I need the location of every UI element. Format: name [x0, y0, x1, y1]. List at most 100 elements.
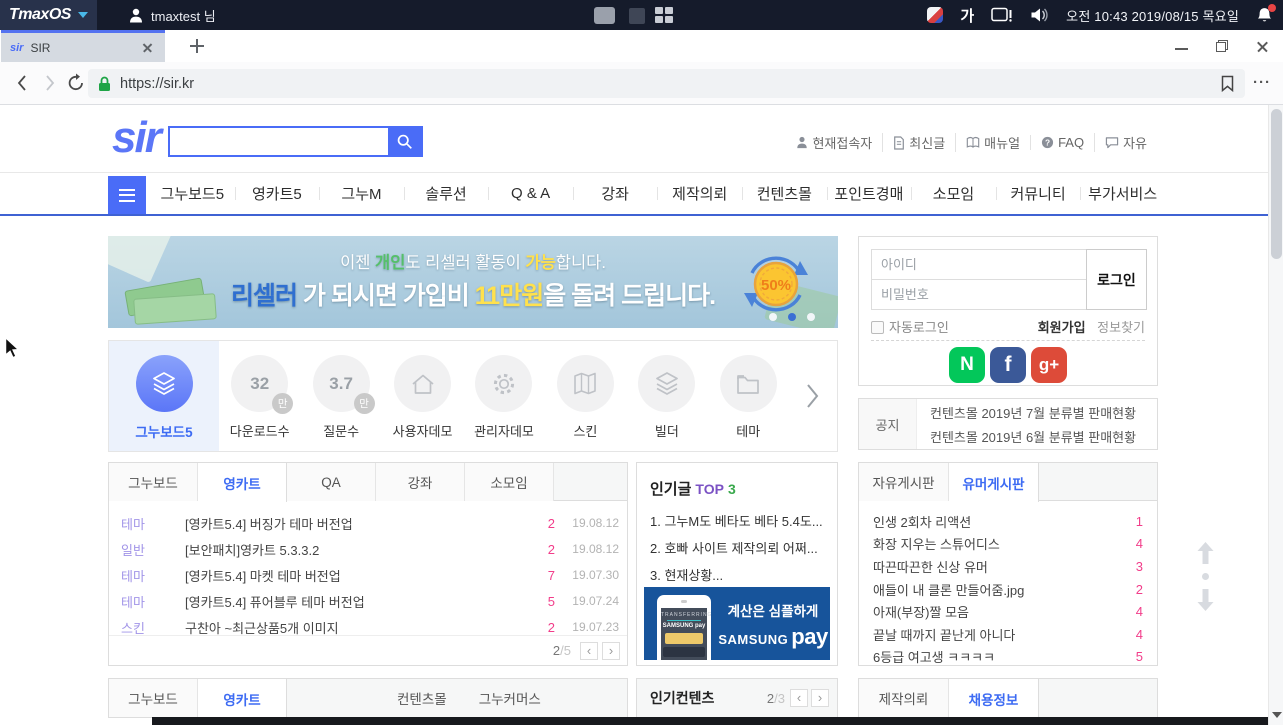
tab-youngcart-active[interactable]: 영카트	[198, 463, 287, 502]
facebook-login-button[interactable]: f	[990, 347, 1026, 383]
os-user-menu[interactable]: tmaxtest 님	[129, 6, 216, 25]
quick-item-builder[interactable]: 빌더	[626, 341, 707, 451]
tab-humor-board-active[interactable]: 유머게시판	[949, 463, 1039, 502]
nav-item-community[interactable]: 커뮤니티	[996, 173, 1081, 214]
nav-item-extra-services[interactable]: 부가서비스	[1080, 173, 1165, 214]
nav-item-solution[interactable]: 솔루션	[404, 173, 489, 214]
nav-item-contents-mall[interactable]: 컨텐츠몰	[742, 173, 827, 214]
page-scrollbar[interactable]	[1268, 105, 1283, 725]
login-button[interactable]: 로그인	[1086, 249, 1147, 310]
quick-item-gnuboard5[interactable]: 그누보드5	[109, 341, 219, 451]
ime-flag-icon[interactable]	[927, 7, 943, 23]
restore-button[interactable]	[1216, 40, 1228, 52]
scrollbar-down-arrow[interactable]	[1272, 712, 1282, 718]
humor-row[interactable]: 화장 지우는 스튜어디스4	[873, 533, 1143, 556]
search-input[interactable]	[170, 128, 388, 155]
carousel-dot-2-active[interactable]	[788, 313, 796, 321]
post-row[interactable]: 일반 [보안패치]영카트 5.3.3.2 2 19.08.12	[121, 536, 619, 562]
notice-link[interactable]: 컨텐츠몰 2019년 7월 분류별 판매현황	[930, 403, 1157, 422]
checkbox-icon[interactable]	[871, 321, 884, 334]
next-page-button[interactable]: ›	[602, 642, 620, 660]
link-manual[interactable]: 매뉴얼	[955, 133, 1030, 152]
tab-jobs-active[interactable]: 채용정보	[949, 679, 1039, 718]
nav-item-gnuboard5[interactable]: 그누보드5	[150, 173, 235, 214]
nav-item-groups[interactable]: 소모임	[911, 173, 996, 214]
quick-item-user-demo[interactable]: 사용자데모	[382, 341, 463, 451]
tab-close-icon[interactable]	[140, 40, 156, 56]
tab-contents-mall[interactable]: 컨텐츠몰	[397, 679, 447, 717]
quick-item-theme[interactable]: 테마	[708, 341, 789, 451]
naver-login-button[interactable]: N	[949, 347, 985, 383]
googleplus-login-button[interactable]: g+	[1031, 347, 1067, 383]
link-current-visitors[interactable]: 현재접속자	[786, 133, 882, 152]
tab-gnucommerce[interactable]: 그누커머스	[479, 679, 541, 717]
nav-item-gnum[interactable]: 그누M	[319, 173, 404, 214]
hamburger-menu-button[interactable]	[108, 176, 146, 214]
address-bar[interactable]: https://sir.kr	[88, 69, 1245, 98]
tab-group[interactable]: 소모임	[465, 463, 554, 501]
humor-row[interactable]: 끝날 때까지 끝난게 아니다4	[873, 623, 1143, 646]
scroll-dot-icon[interactable]	[1202, 573, 1209, 580]
back-button[interactable]	[13, 73, 31, 93]
link-free-board[interactable]: 자유	[1094, 133, 1157, 152]
find-info-link[interactable]: 정보찾기	[1097, 320, 1145, 335]
humor-row[interactable]: 따끈따끈한 신상 유머3	[873, 555, 1143, 578]
taskbar-window-button-2[interactable]	[629, 8, 645, 24]
quick-item-questions[interactable]: 3.7 만 질문수	[300, 341, 381, 451]
site-logo[interactable]: sir	[112, 113, 160, 163]
humor-row[interactable]: 아재(부장)짤 모음4	[873, 600, 1143, 623]
nav-item-point-auction[interactable]: 포인트경매	[827, 173, 912, 214]
search-button[interactable]	[388, 128, 421, 155]
browser-menu-icon[interactable]	[1249, 71, 1275, 95]
nav-item-qna[interactable]: Q & A	[488, 173, 573, 214]
tab-youngcart-active[interactable]: 영카트	[198, 679, 287, 718]
volume-icon[interactable]	[1030, 7, 1049, 23]
auto-login-checkbox[interactable]: 자동로그인	[871, 317, 949, 336]
tab-request[interactable]: 제작의뢰	[859, 679, 949, 717]
scrollbar-thumb[interactable]	[1271, 109, 1282, 259]
bookmark-icon[interactable]	[1220, 75, 1235, 92]
quick-menu-next-button[interactable]	[789, 341, 837, 451]
samsung-pay-ad[interactable]: TRANSFERRING SAMSUNG pay 계산은 심플하게 SAMSUN…	[644, 587, 830, 660]
popular-item[interactable]: 1. 그누M도 베타도 베타 5.4도...	[650, 511, 830, 538]
nav-item-request[interactable]: 제작의뢰	[657, 173, 742, 214]
prev-page-button[interactable]: ‹	[790, 689, 808, 707]
nav-item-lecture[interactable]: 강좌	[573, 173, 658, 214]
scroll-down-icon[interactable]	[1197, 589, 1214, 611]
forward-button[interactable]	[41, 73, 59, 93]
promo-banner[interactable]: 이젠 개인도 리셀러 활동이 가능합니다. 리셀러 가 되시면 가입비 11만원…	[108, 236, 838, 328]
nav-item-youngcart5[interactable]: 영카트5	[235, 173, 320, 214]
os-clock[interactable]: 오전 10:43 2019/08/15 목요일	[1066, 6, 1239, 25]
signup-link[interactable]: 회원가입	[1038, 320, 1086, 335]
tab-free-board[interactable]: 자유게시판	[859, 463, 949, 501]
post-row[interactable]: 테마 [영카트5.4] 퓨어블루 테마 버전업 5 19.07.24	[121, 588, 619, 614]
post-row[interactable]: 테마 [영카트5.4] 마켓 테마 버전업 7 19.07.30	[121, 562, 619, 588]
ime-korean-indicator[interactable]: 가	[960, 5, 974, 26]
carousel-dot-3[interactable]	[807, 313, 815, 321]
display-icon[interactable]	[991, 7, 1013, 23]
os-start-menu[interactable]: TmaxOS	[0, 0, 97, 30]
notifications-button[interactable]	[1256, 7, 1273, 24]
taskbar-window-button-1[interactable]	[594, 7, 615, 24]
tab-lecture[interactable]: 강좌	[376, 463, 465, 501]
scroll-up-icon[interactable]	[1197, 542, 1214, 564]
tab-qa[interactable]: QA	[287, 463, 376, 501]
link-latest-posts[interactable]: 최신글	[882, 133, 955, 152]
quick-item-skin[interactable]: 스킨	[545, 341, 626, 451]
refresh-button[interactable]	[66, 73, 86, 93]
login-id-input[interactable]	[871, 249, 1087, 280]
prev-page-button[interactable]: ‹	[580, 642, 598, 660]
quick-item-admin-demo[interactable]: 관리자데모	[463, 341, 544, 451]
quick-item-downloads[interactable]: 32 만 다운로드수	[219, 341, 300, 451]
minimize-button[interactable]	[1175, 48, 1188, 50]
notice-link[interactable]: 컨텐츠몰 2019년 6월 분류별 판매현황	[930, 427, 1157, 446]
taskbar-apps-grid-icon[interactable]	[655, 7, 673, 23]
humor-row[interactable]: 애들이 내 클론 만들어줌.jpg2	[873, 578, 1143, 601]
login-password-input[interactable]	[871, 279, 1087, 310]
next-page-button[interactable]: ›	[811, 689, 829, 707]
popular-item[interactable]: 2. 호빠 사이트 제작의뢰 어쩌...	[650, 538, 830, 565]
humor-row[interactable]: 인생 2회차 리액션1	[873, 510, 1143, 533]
browser-tab[interactable]: sir SIR	[1, 30, 165, 62]
new-tab-button[interactable]	[185, 34, 209, 58]
post-row[interactable]: 테마 [영카트5.4] 버징가 테마 버전업 2 19.08.12	[121, 510, 619, 536]
